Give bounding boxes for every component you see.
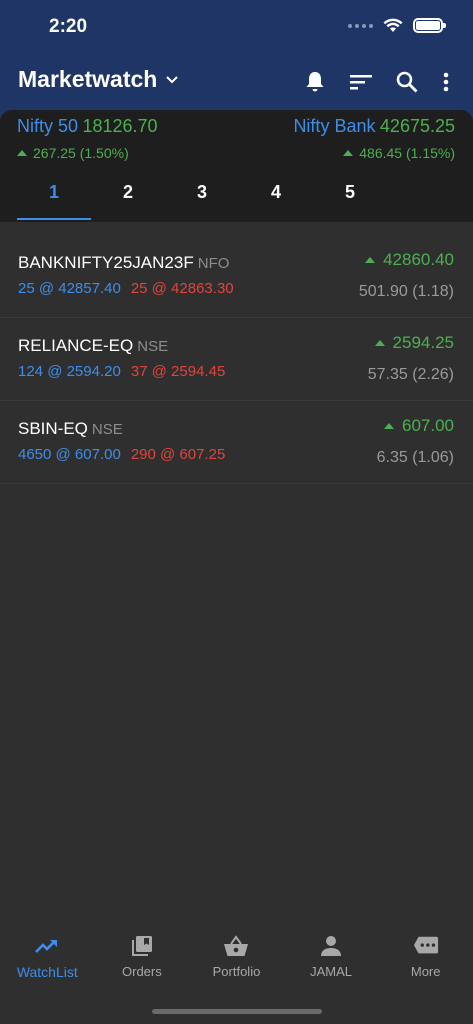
status-icons (348, 18, 446, 33)
symbol-name: BANKNIFTY25JAN23F (18, 253, 194, 272)
ask-quote: 25 @ 42863.30 (130, 280, 234, 297)
app-header: 2:20 Marketwatch (0, 0, 473, 118)
last-price: 607.00 (402, 416, 454, 435)
title-dropdown[interactable]: Marketwatch (18, 66, 179, 93)
exchange-label: NSE (137, 338, 169, 355)
bell-icon (306, 72, 324, 92)
list-item[interactable]: SBIN-EQ NSE 4650 @ 607.00 290 @ 607.25 607… (0, 401, 473, 484)
nav-label: Orders (122, 964, 162, 979)
price-change: 57.35 (2.26) (367, 366, 454, 383)
trending-up-icon (34, 934, 60, 958)
toolbar (303, 70, 451, 94)
last-price: 2594.25 (392, 333, 454, 352)
bid-quote: 4650 @ 607.00 (18, 446, 121, 463)
battery-icon (413, 18, 446, 33)
index-value: 42675.25 (379, 116, 455, 136)
home-indicator (152, 1009, 322, 1014)
bid-quote: 124 @ 2594.20 (18, 363, 121, 380)
index-nifty50[interactable]: Nifty 50 18126.70 267.25 (1.50%) (17, 116, 158, 161)
tab-5[interactable]: 5 (313, 180, 387, 220)
tab-1[interactable]: 1 (17, 180, 91, 220)
list-item[interactable]: BANKNIFTY25JAN23F NFO 25 @ 42857.40 25 @ 4… (0, 235, 473, 318)
watchlist-tabs: 1 2 3 4 5 (17, 180, 387, 220)
bid-quote: 25 @ 42857.40 (18, 280, 121, 297)
chevron-down-icon (166, 75, 179, 83)
ask-quote: 290 @ 607.25 (130, 446, 226, 463)
page-title: Marketwatch (18, 66, 158, 92)
up-arrow-icon (384, 423, 394, 429)
search-icon (396, 71, 418, 93)
up-arrow-icon (17, 150, 27, 156)
tab-3[interactable]: 3 (165, 180, 239, 220)
price-change: 501.90 (1.18) (358, 283, 454, 300)
list-item[interactable]: RELIANCE-EQ NSE 124 @ 2594.20 37 @ 2594.45… (0, 318, 473, 401)
search-button[interactable] (395, 70, 419, 94)
up-arrow-icon (365, 257, 376, 263)
library-books-icon (129, 934, 155, 958)
nav-more[interactable]: More (378, 920, 473, 1024)
basket-icon (223, 934, 249, 958)
tab-2[interactable]: 2 (91, 180, 165, 220)
indices-panel: Nifty 50 18126.70 267.25 (1.50%) Nifty B… (0, 110, 473, 222)
nav-label: Portfolio (212, 964, 261, 979)
nav-watchlist[interactable]: WatchList (0, 920, 95, 1024)
sort-icon (350, 75, 372, 90)
index-change-text: 267.25 (1.50%) (33, 145, 129, 161)
index-name: Nifty 50 (17, 116, 79, 136)
exchange-label: NSE (91, 421, 123, 438)
index-niftybank[interactable]: Nifty Bank 42675.25 486.45 (1.15%) (293, 116, 455, 161)
up-arrow-icon (374, 340, 385, 346)
index-value: 18126.70 (82, 116, 158, 136)
ask-quote: 37 @ 2594.45 (130, 363, 226, 380)
nav-label: WatchList (16, 964, 78, 980)
cellular-signal-icon (348, 23, 373, 28)
nav-label: More (410, 964, 441, 979)
person-icon (318, 934, 344, 958)
index-change: 267.25 (1.50%) (17, 145, 158, 161)
exchange-label: NFO (197, 255, 230, 272)
symbol-name: SBIN-EQ (18, 419, 88, 438)
up-arrow-icon (343, 150, 354, 156)
tab-4[interactable]: 4 (239, 180, 313, 220)
last-price: 42860.40 (383, 250, 454, 269)
status-time: 2:20 (49, 16, 88, 37)
index-change: 486.45 (1.15%) (293, 145, 455, 161)
symbol-name: RELIANCE-EQ (18, 336, 134, 355)
price-change: 6.35 (1.06) (376, 449, 454, 466)
more-vertical-icon (443, 72, 449, 92)
more-chat-icon (413, 934, 439, 958)
index-name: Nifty Bank (293, 116, 376, 136)
nav-label: JAMAL (310, 964, 353, 979)
overflow-menu-button[interactable] (441, 70, 451, 94)
index-change-text: 486.45 (1.15%) (359, 145, 455, 161)
sort-button[interactable] (349, 70, 373, 94)
wifi-icon (383, 18, 403, 32)
watchlist: BANKNIFTY25JAN23F NFO 25 @ 42857.40 25 @ 4… (0, 235, 473, 484)
notifications-button[interactable] (303, 70, 327, 94)
